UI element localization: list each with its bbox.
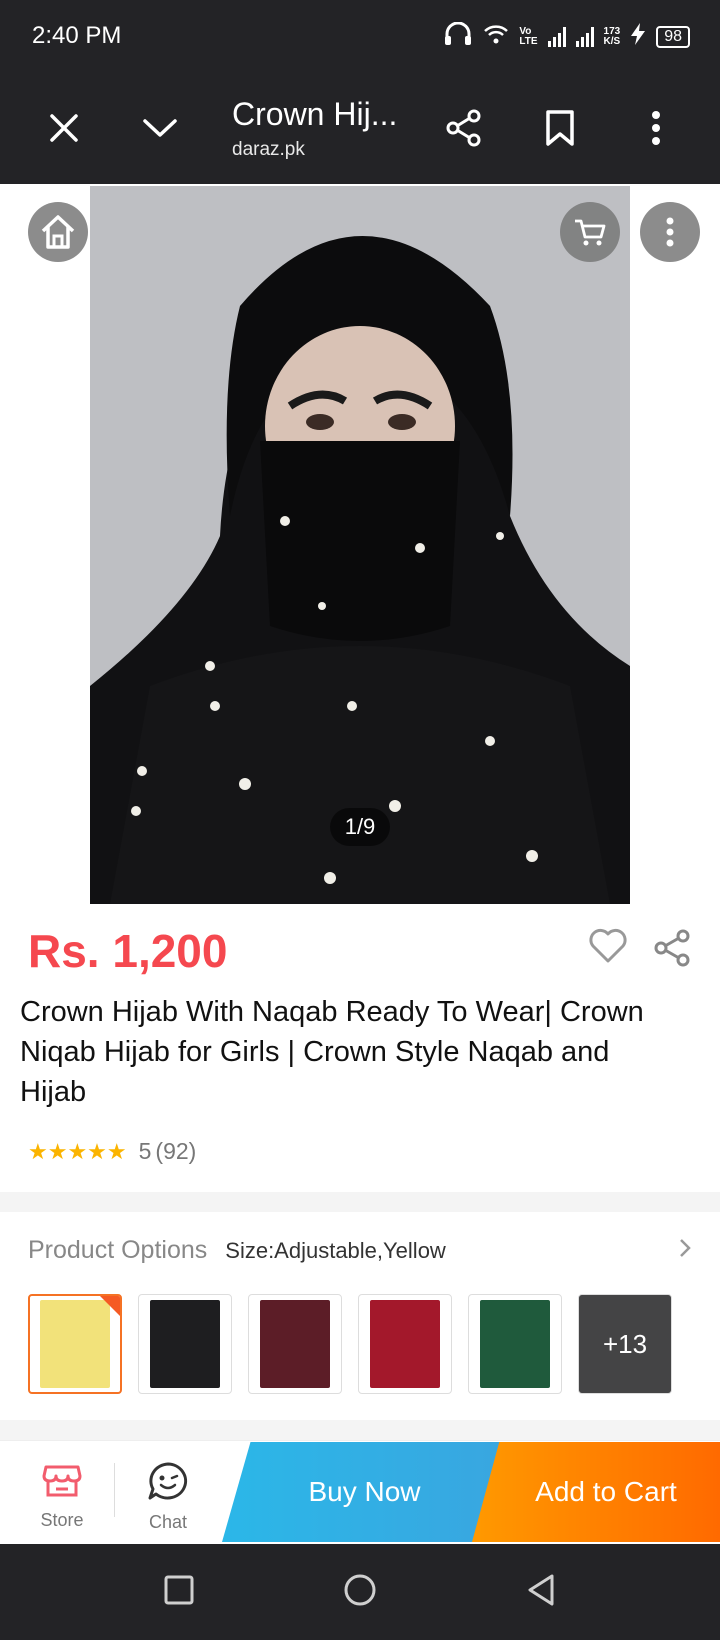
volte-indicator: Vo LTE (519, 25, 538, 47)
option-thumbnail[interactable] (28, 1294, 122, 1394)
back-triangle-icon (528, 1574, 554, 1605)
circle-icon (344, 1574, 376, 1605)
chat-icon (148, 1462, 188, 1500)
bookmark-icon (546, 110, 574, 146)
recents-button[interactable] (164, 1575, 194, 1610)
cart-button[interactable] (560, 202, 620, 262)
minimize-button[interactable] (132, 100, 188, 156)
status-time: 2:40 PM (32, 22, 122, 49)
page-title: Crown Hij... (232, 96, 398, 132)
product-price: Rs. 1,200 (28, 925, 228, 977)
image-page-indicator: 1/9 (330, 808, 390, 846)
selected-corner-badge (100, 1296, 120, 1316)
section-divider (0, 1192, 720, 1212)
bookmark-button[interactable] (532, 100, 588, 156)
product-image[interactable] (90, 186, 630, 904)
rating-count: (92) (155, 1138, 197, 1164)
option-thumbnail-image (480, 1300, 550, 1388)
more-options-count: +13 (579, 1295, 671, 1393)
status-icons: Vo LTE 173 K/S 98 (443, 21, 690, 51)
signal-icon-2 (575, 26, 594, 47)
option-thumbnail-image (150, 1300, 220, 1388)
more-vert-icon (652, 111, 660, 145)
signal-icon (547, 26, 566, 47)
more-vert-icon (666, 217, 674, 247)
store-label: Store (40, 1510, 84, 1530)
home-button[interactable] (28, 202, 88, 262)
bottom-bar-separator (114, 1463, 115, 1517)
system-nav-bar (0, 1544, 720, 1640)
store-button[interactable]: Store (12, 1461, 112, 1531)
options-value: Size:Adjustable,Yellow (225, 1237, 446, 1263)
rating-stars: ★★★★★ (28, 1138, 127, 1164)
wifi-icon (483, 23, 509, 50)
option-thumbnail-image (260, 1300, 330, 1388)
back-button[interactable] (526, 1573, 556, 1612)
home-icon (41, 215, 75, 249)
wishlist-button[interactable] (588, 928, 628, 973)
price-actions (588, 928, 692, 973)
cart-icon (575, 219, 606, 246)
share-icon (654, 929, 690, 967)
share-icon (446, 109, 481, 147)
status-bar: 2:40 PM Vo LTE 173 K/S 98 (0, 0, 720, 72)
heart-icon (589, 928, 627, 963)
charging-icon (630, 23, 646, 50)
rating-value: 5 (138, 1138, 152, 1164)
chat-button[interactable]: Chat (118, 1461, 218, 1533)
page-domain: daraz.pk (232, 139, 305, 160)
option-thumbnails: +13 (28, 1294, 672, 1394)
browser-app-bar: Crown Hij... daraz.pk (0, 72, 720, 184)
square-icon (164, 1575, 194, 1604)
share-button[interactable] (436, 100, 492, 156)
chevron-down-icon (143, 119, 177, 137)
product-share-button[interactable] (652, 928, 692, 973)
option-thumbnail[interactable] (138, 1294, 232, 1394)
section-divider (0, 1420, 720, 1440)
close-button[interactable] (36, 100, 92, 156)
chat-label: Chat (148, 1512, 188, 1532)
page-title-block: Crown Hij... daraz.pk (232, 96, 412, 161)
product-options-row[interactable]: Product Options Size:Adjustable,Yellow (28, 1236, 692, 1265)
battery-indicator: 98 (656, 25, 690, 48)
product-rating[interactable]: ★★★★★ 5 (92) (28, 1138, 196, 1165)
gallery-more-button[interactable] (640, 202, 700, 262)
buy-now-button[interactable]: Buy Now (222, 1442, 507, 1542)
product-title: Crown Hijab With Naqab Ready To Wear| Cr… (20, 996, 644, 1108)
option-thumbnail[interactable] (468, 1294, 562, 1394)
more-options-thumbnail[interactable]: +13 (578, 1294, 672, 1394)
chevron-right-icon (678, 1237, 692, 1264)
close-icon (50, 114, 78, 142)
options-label: Product Options (28, 1236, 208, 1264)
headphones-icon (443, 21, 473, 51)
home-nav-button[interactable] (343, 1573, 377, 1612)
option-thumbnail[interactable] (358, 1294, 452, 1394)
product-gallery[interactable]: 1/9 (0, 184, 720, 904)
option-thumbnail[interactable] (248, 1294, 342, 1394)
add-to-cart-button[interactable]: Add to Cart (472, 1442, 720, 1542)
network-speed: 173 K/S (603, 25, 621, 47)
option-thumbnail-image (370, 1300, 440, 1388)
store-icon (42, 1465, 82, 1497)
menu-button[interactable] (628, 100, 684, 156)
